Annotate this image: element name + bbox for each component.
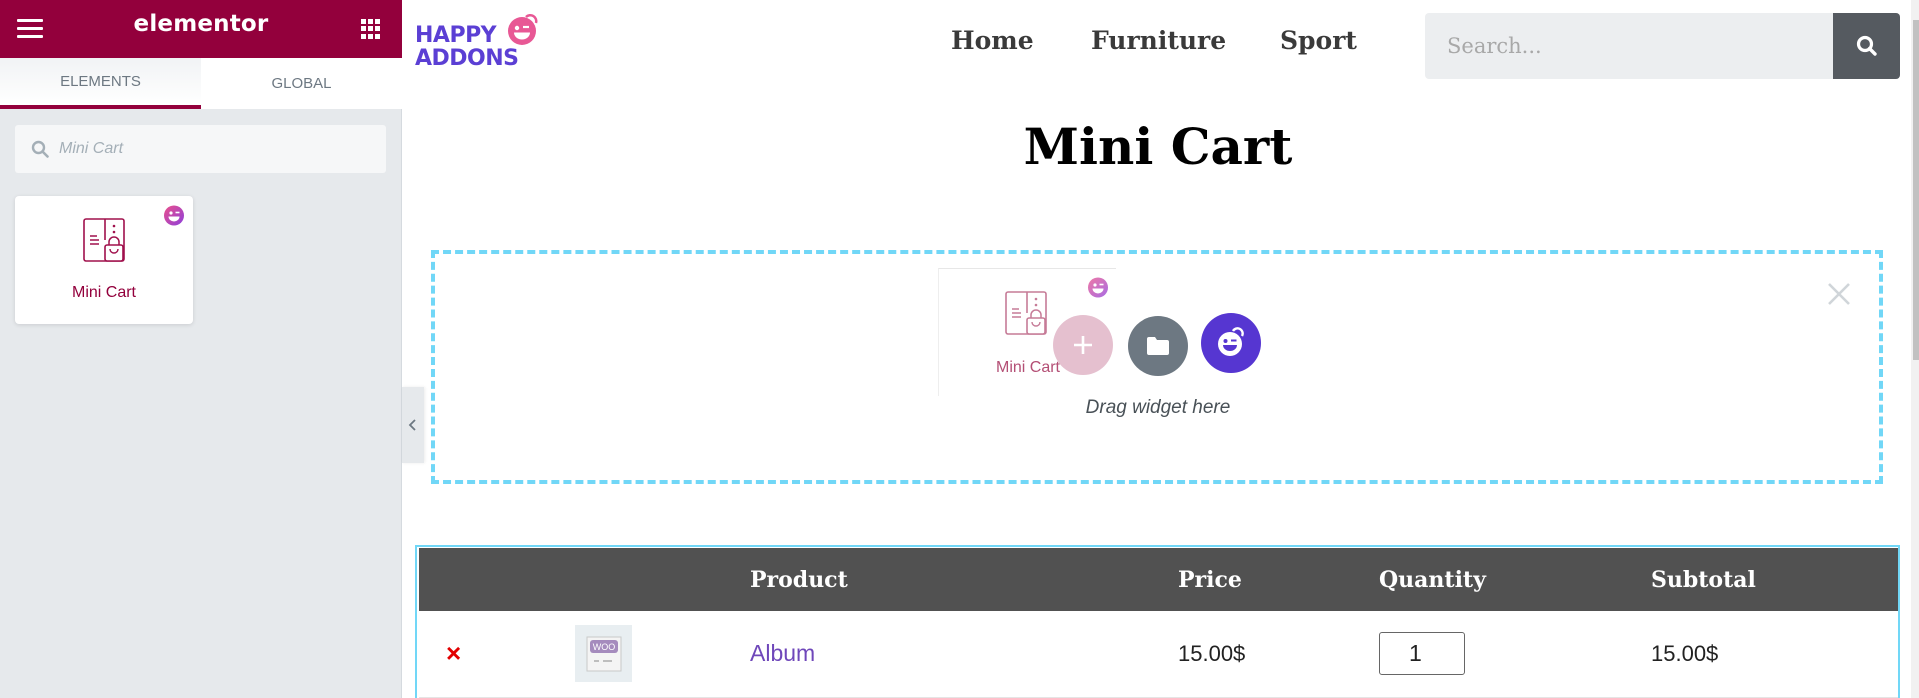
panel-header: elementor <box>0 0 402 58</box>
svg-text:WOO: WOO <box>592 642 615 652</box>
product-link[interactable]: Album <box>750 640 815 666</box>
site-search <box>1425 13 1900 79</box>
cart-table: Product Price Quantity Subtotal × WOO Al… <box>419 548 1898 698</box>
page-title: Mini Cart <box>1023 117 1293 176</box>
mini-cart-icon <box>83 218 125 262</box>
happy-addons-badge-icon <box>1088 277 1108 298</box>
happy-addons-logo[interactable]: HAPPY ADDONS <box>415 13 545 75</box>
widget-search <box>15 125 386 173</box>
nav-home[interactable]: Home <box>951 26 1034 55</box>
tab-elements[interactable]: ELEMENTS <box>0 58 201 109</box>
happy-face-icon <box>1218 327 1244 356</box>
panel-tabs: ELEMENTS GLOBAL <box>0 58 402 109</box>
drag-widget-hint: Drag widget here <box>1085 397 1231 418</box>
quantity-input[interactable] <box>1379 632 1465 676</box>
chevron-left-icon <box>408 419 416 431</box>
col-remove <box>419 548 574 611</box>
add-template-button[interactable] <box>1128 316 1188 376</box>
widgets-grid-icon[interactable] <box>361 19 381 39</box>
page-scrollbar[interactable] <box>1911 0 1919 698</box>
product-subtotal: 15.00$ <box>1651 611 1898 698</box>
woo-placeholder-icon: WOO <box>586 636 621 672</box>
editor-panel: elementor ELEMENTS GLOBAL Mini Cart Mini… <box>0 0 402 698</box>
scrollbar-thumb[interactable] <box>1913 20 1919 360</box>
folder-icon <box>1147 337 1169 355</box>
remove-item-icon[interactable]: × <box>446 638 461 669</box>
happy-addons-templates-button[interactable] <box>1201 313 1261 373</box>
cart-header-row: Product Price Quantity Subtotal <box>419 548 1898 611</box>
tab-global[interactable]: GLOBAL <box>201 58 402 109</box>
cart-row: × WOO Album 15.00$ 1 15.00$ <box>419 611 1898 698</box>
nav-furniture[interactable]: Furniture <box>1091 26 1226 55</box>
add-section-button[interactable] <box>1053 315 1113 375</box>
site-search-input[interactable] <box>1447 13 1827 79</box>
mini-cart-icon <box>1005 291 1047 335</box>
happy-addons-badge-icon <box>164 205 184 226</box>
nav-sport[interactable]: Sport <box>1280 26 1357 55</box>
col-product: Product <box>750 548 1178 611</box>
col-quantity: Quantity <box>1379 548 1651 611</box>
happy-face-icon <box>508 14 538 45</box>
close-icon[interactable] <box>1826 281 1852 307</box>
search-icon <box>1856 35 1877 56</box>
widget-mini-cart[interactable]: Mini Cart <box>15 196 193 324</box>
plus-icon <box>1074 336 1092 354</box>
widget-label: Mini Cart <box>71 284 136 301</box>
col-thumbnail <box>574 548 750 611</box>
mini-cart-widget: Product Price Quantity Subtotal × WOO Al… <box>415 545 1900 698</box>
col-price: Price <box>1178 548 1379 611</box>
collapse-panel-handle[interactable] <box>402 387 424 463</box>
widget-search-input[interactable] <box>59 125 369 173</box>
product-price: 15.00$ <box>1178 611 1379 698</box>
site-search-button[interactable] <box>1833 13 1900 79</box>
elementor-logo: elementor <box>133 11 269 37</box>
product-thumbnail[interactable]: WOO <box>575 625 632 683</box>
search-icon <box>31 140 49 158</box>
col-subtotal: Subtotal <box>1651 548 1898 611</box>
